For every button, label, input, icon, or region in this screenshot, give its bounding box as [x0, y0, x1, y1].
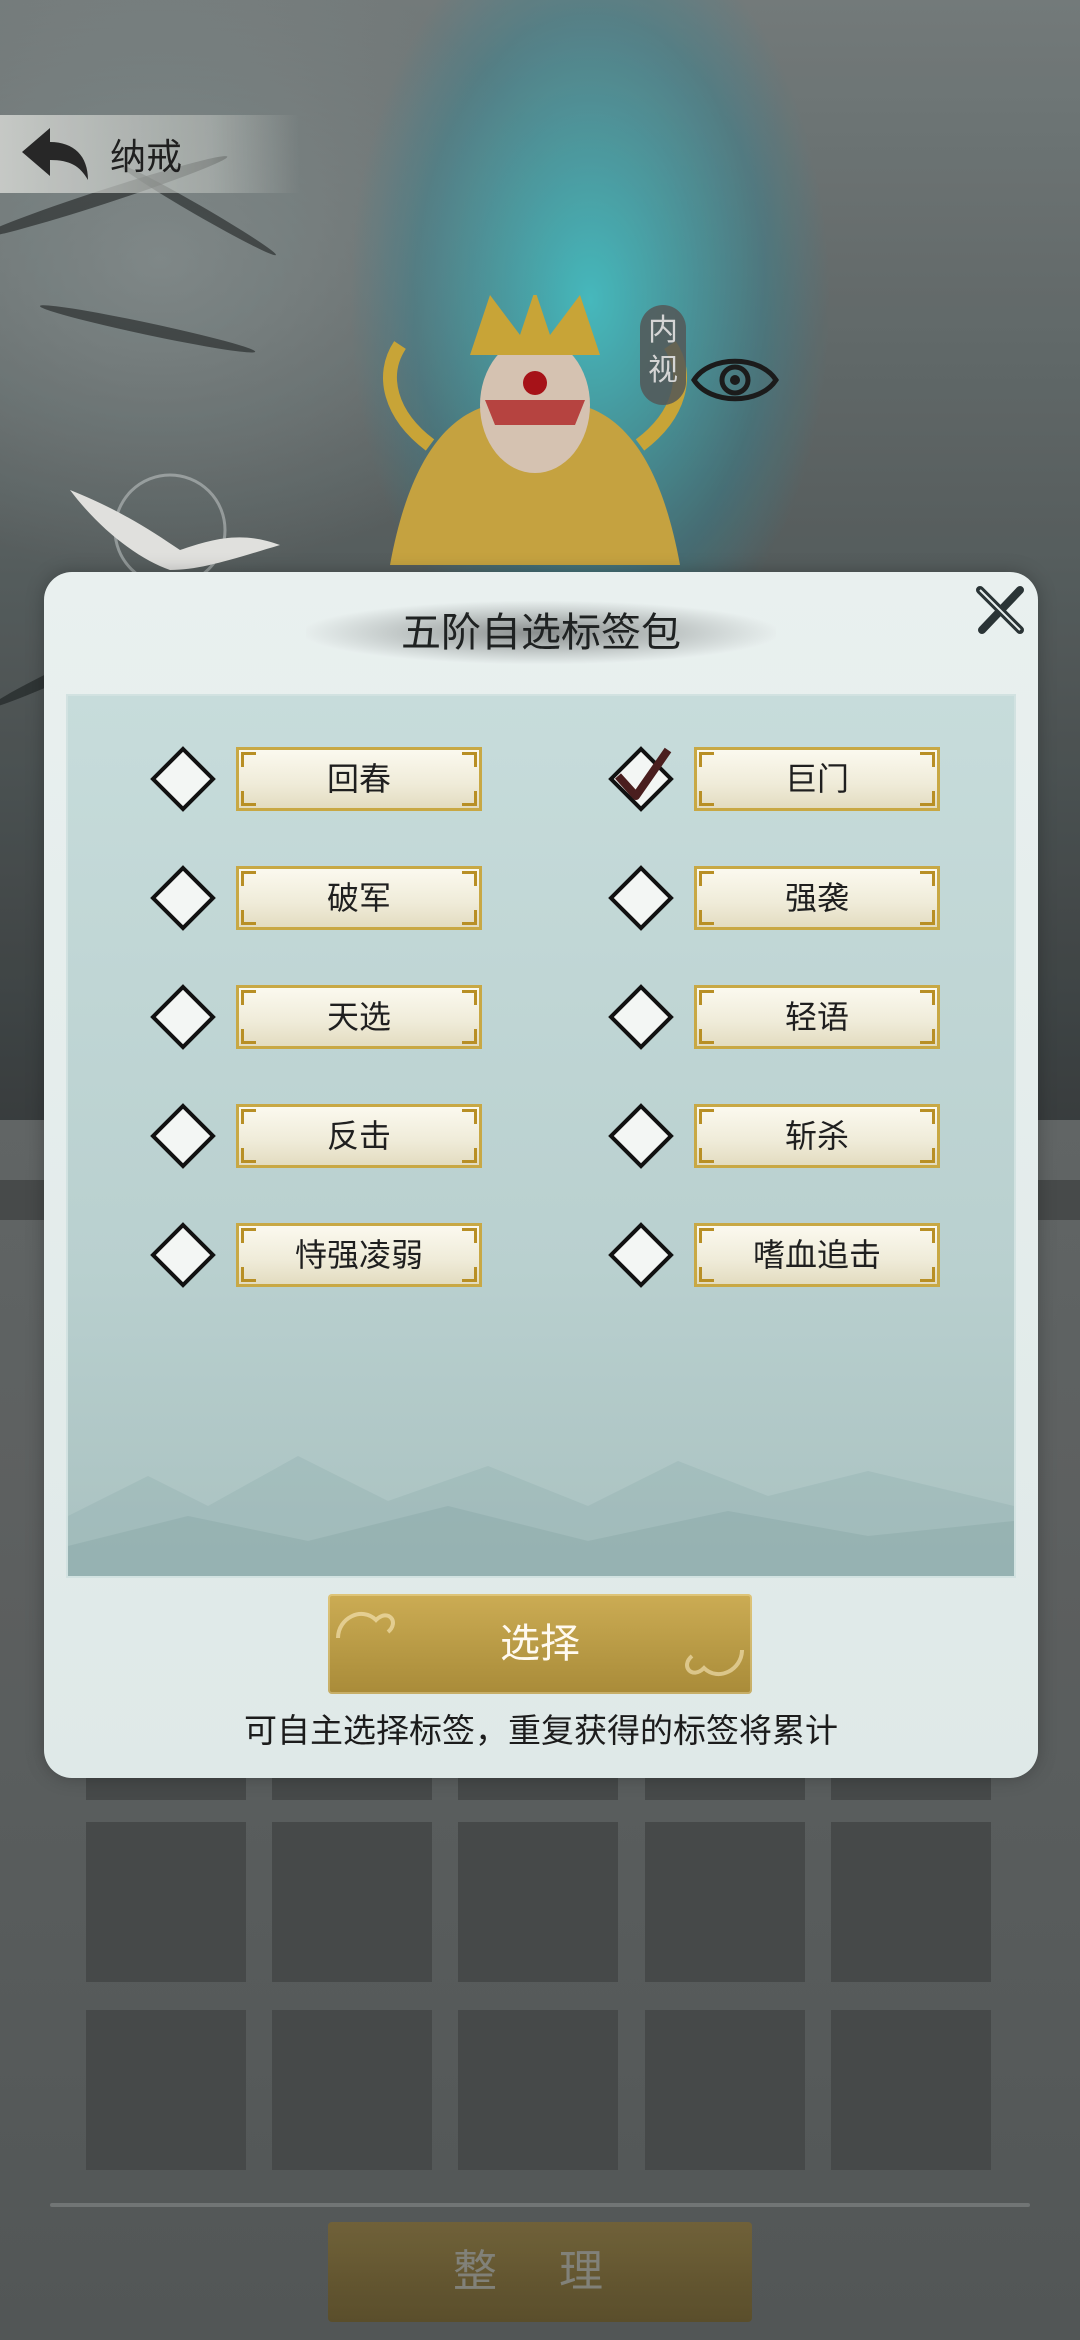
- tag-option[interactable]: 嗜血追击: [608, 1222, 940, 1288]
- tag-pack-dialog: 五阶自选标签包 回春 巨门破军 强袭天选 轻语反击 斩杀恃强凌弱 嗜血追击 选择 可自主选…: [44, 572, 1038, 1778]
- corner-ornament: [920, 1267, 935, 1282]
- tag-label-button[interactable]: 巨门: [694, 747, 940, 811]
- corner-ornament: [462, 990, 477, 1005]
- tag-label-button[interactable]: 天选: [236, 985, 482, 1049]
- corner-ornament: [462, 1228, 477, 1243]
- tag-option[interactable]: 强袭: [608, 865, 940, 931]
- tag-option[interactable]: 反击: [150, 1103, 482, 1169]
- corner-ornament: [241, 1029, 256, 1044]
- corner-ornament: [699, 1109, 714, 1124]
- diamond-checkbox[interactable]: [150, 1222, 216, 1288]
- corner-ornament: [699, 990, 714, 1005]
- corner-ornament: [920, 1148, 935, 1163]
- tag-option[interactable]: 天选: [150, 984, 482, 1050]
- select-button-label: 选择: [500, 1621, 580, 1667]
- corner-ornament: [699, 871, 714, 886]
- tag-option[interactable]: 恃强凌弱: [150, 1222, 482, 1288]
- corner-ornament: [920, 791, 935, 806]
- corner-ornament: [462, 1029, 477, 1044]
- diamond-checkbox[interactable]: [608, 1103, 674, 1169]
- diamond-checkbox[interactable]: [150, 984, 216, 1050]
- corner-ornament: [920, 1109, 935, 1124]
- corner-ornament: [699, 791, 714, 806]
- corner-ornament: [920, 910, 935, 925]
- tag-label-button[interactable]: 轻语: [694, 985, 940, 1049]
- select-button[interactable]: 选择: [328, 1594, 752, 1694]
- tag-label-button[interactable]: 嗜血追击: [694, 1223, 940, 1287]
- diamond-checkbox[interactable]: [150, 865, 216, 931]
- mountain-decoration: [68, 1456, 1014, 1576]
- tag-option[interactable]: 回春: [150, 746, 482, 812]
- corner-ornament: [462, 871, 477, 886]
- tag-label: 斩杀: [784, 1117, 849, 1155]
- corner-ornament: [699, 752, 714, 767]
- corner-ornament: [241, 1148, 256, 1163]
- tag-label-button[interactable]: 反击: [236, 1104, 482, 1168]
- tag-label-button[interactable]: 恃强凌弱: [236, 1223, 482, 1287]
- corner-ornament: [920, 1228, 935, 1243]
- corner-ornament: [462, 1109, 477, 1124]
- corner-ornament: [699, 1148, 714, 1163]
- tag-label: 轻语: [784, 998, 849, 1036]
- tag-option[interactable]: 斩杀: [608, 1103, 940, 1169]
- diamond-checkbox[interactable]: [150, 1103, 216, 1169]
- corner-ornament: [699, 1228, 714, 1243]
- corner-ornament: [462, 910, 477, 925]
- corner-ornament: [241, 871, 256, 886]
- checked-diamond-checkbox[interactable]: [608, 746, 674, 812]
- corner-ornament: [462, 1267, 477, 1282]
- corner-ornament: [241, 1109, 256, 1124]
- tag-label: 强袭: [784, 879, 849, 917]
- diamond-checkbox[interactable]: [608, 1222, 674, 1288]
- corner-ornament: [920, 752, 935, 767]
- tag-option[interactable]: 破军: [150, 865, 482, 931]
- corner-ornament: [241, 791, 256, 806]
- tag-label-button[interactable]: 强袭: [694, 866, 940, 930]
- corner-ornament: [462, 752, 477, 767]
- tag-label-button[interactable]: 回春: [236, 747, 482, 811]
- tag-label-button[interactable]: 破军: [236, 866, 482, 930]
- tag-label-button[interactable]: 斩杀: [694, 1104, 940, 1168]
- corner-ornament: [699, 1267, 714, 1282]
- cloud-ornament-icon: [336, 1612, 395, 1639]
- corner-ornament: [920, 1029, 935, 1044]
- tag-label: 天选: [326, 998, 391, 1036]
- tag-option[interactable]: 轻语: [608, 984, 940, 1050]
- corner-ornament: [462, 791, 477, 806]
- tag-label: 巨门: [784, 760, 849, 798]
- tag-label: 破军: [326, 879, 391, 917]
- close-x-icon[interactable]: [970, 580, 1030, 640]
- hint-text: 可自主选择标签，重复获得的标签将累计: [244, 1711, 838, 1750]
- tag-label: 恃强凌弱: [294, 1236, 423, 1274]
- diamond-checkbox[interactable]: [608, 865, 674, 931]
- corner-ornament: [699, 910, 714, 925]
- tag-label: 回春: [326, 760, 391, 798]
- corner-ornament: [241, 752, 256, 767]
- corner-ornament: [241, 1267, 256, 1282]
- corner-ornament: [920, 871, 935, 886]
- corner-ornament: [241, 1228, 256, 1243]
- diamond-checkbox[interactable]: [608, 984, 674, 1050]
- tag-label: 反击: [326, 1117, 391, 1155]
- tag-option[interactable]: 巨门: [608, 746, 940, 812]
- diamond-checkbox[interactable]: [150, 746, 216, 812]
- corner-ornament: [699, 1029, 714, 1044]
- corner-ornament: [462, 1148, 477, 1163]
- dialog-title: 五阶自选标签包: [401, 610, 681, 656]
- corner-ornament: [241, 910, 256, 925]
- cloud-ornament-icon: [685, 1649, 744, 1676]
- corner-ornament: [920, 990, 935, 1005]
- corner-ornament: [241, 990, 256, 1005]
- tag-label: 嗜血追击: [752, 1236, 881, 1274]
